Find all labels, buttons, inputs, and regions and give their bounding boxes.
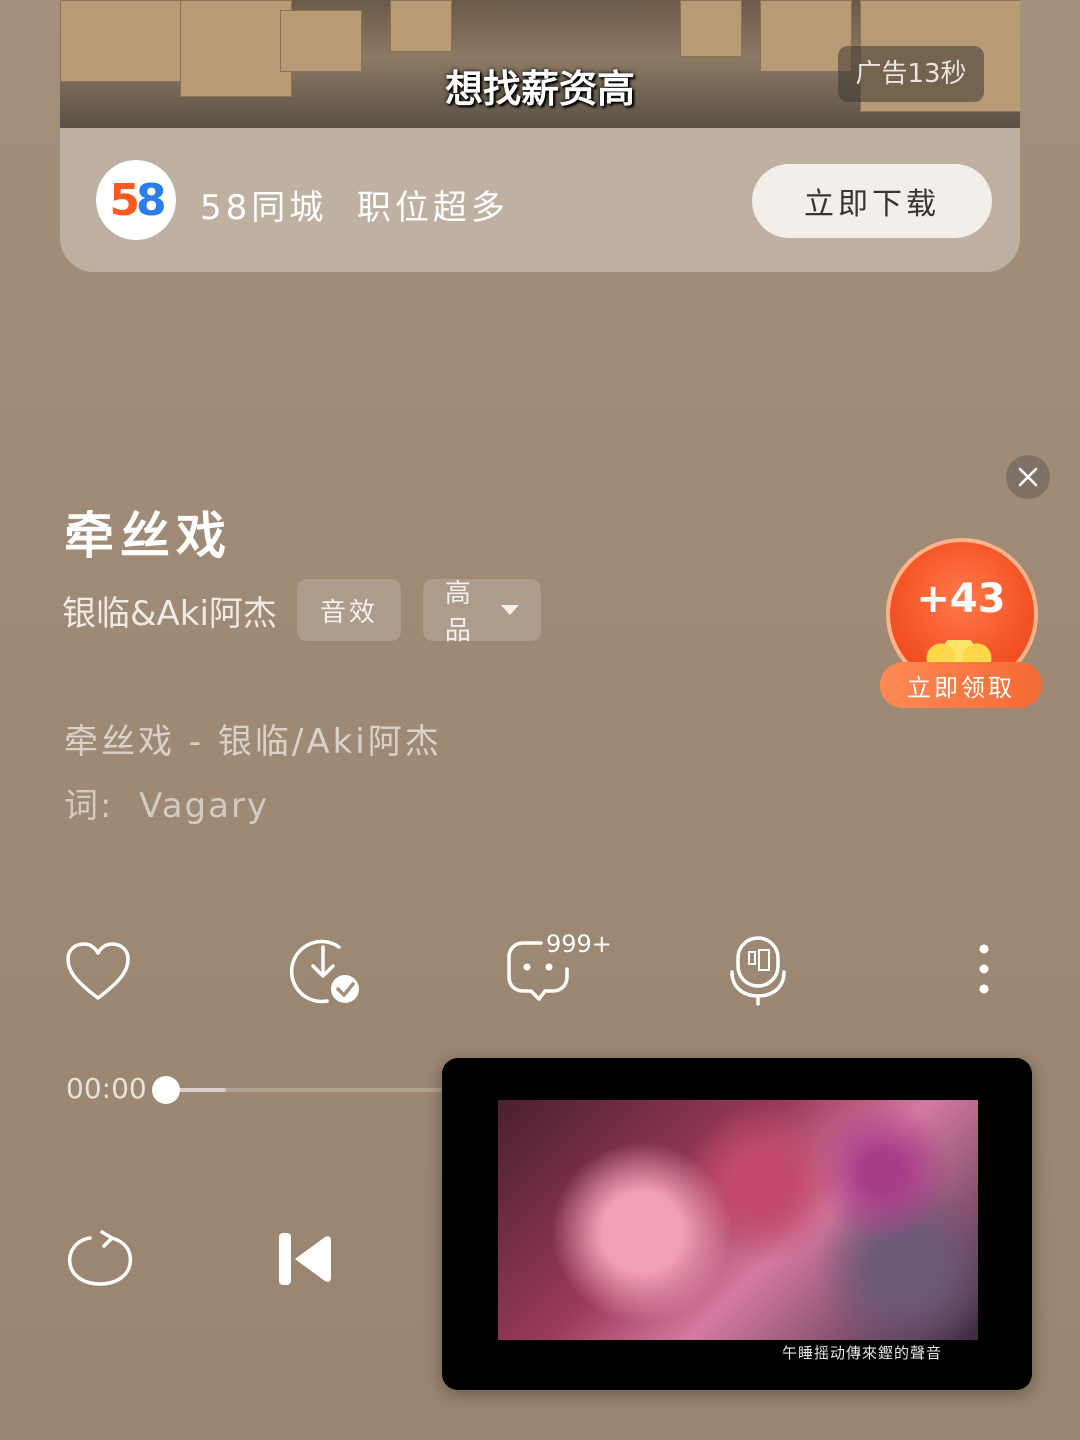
- chevron-down-icon: [500, 605, 519, 615]
- previous-icon[interactable]: [270, 1226, 336, 1292]
- sound-effect-button[interactable]: 音效: [296, 579, 401, 641]
- ad-video[interactable]: 想找薪资高 广告13秒: [60, 0, 1020, 128]
- ad-brand-text: 58同城 职位超多: [200, 188, 509, 228]
- artist-row: 银临&Aki阿杰 音效 高品: [62, 578, 563, 646]
- lyric-line: 牵丝戏 - 银临/Aki阿杰: [64, 722, 442, 762]
- brand-logo: 58: [96, 160, 176, 240]
- reward-badge[interactable]: +43 立即领取: [880, 538, 1042, 710]
- song-title: 牵丝戏: [64, 507, 232, 565]
- floating-video-player[interactable]: 午睡摇动傳來鏗的聲音: [442, 1058, 1032, 1390]
- reward-value: +43: [916, 576, 1006, 622]
- quality-select[interactable]: 高品: [422, 579, 541, 646]
- ad-footer: 58 58同城 职位超多 立即下载: [60, 128, 1020, 272]
- more-icon[interactable]: [964, 936, 1004, 1002]
- artist-name[interactable]: 银临&Aki阿杰: [62, 586, 277, 635]
- lyric-line: 词: Vagary: [64, 786, 270, 826]
- ad-countdown: 广告13秒: [838, 46, 984, 102]
- video-subtitle: 午睡摇动傳來鏗的聲音: [782, 1344, 943, 1362]
- ad-banner[interactable]: 想找薪资高 广告13秒 58 58同城 职位超多 立即下载: [60, 0, 1020, 272]
- download-icon[interactable]: [286, 934, 364, 1008]
- comment-count-badge: 999+: [546, 930, 612, 958]
- download-button[interactable]: 立即下载: [752, 164, 992, 238]
- progress-thumb[interactable]: [152, 1076, 180, 1104]
- current-time: 00:00: [66, 1072, 147, 1105]
- video-frame: [498, 1100, 978, 1340]
- heart-icon[interactable]: [62, 936, 134, 1006]
- close-icon[interactable]: [1006, 455, 1050, 499]
- claim-button[interactable]: 立即领取: [880, 662, 1042, 708]
- repeat-icon[interactable]: [64, 1226, 136, 1290]
- sing-mic-icon[interactable]: [726, 934, 790, 1006]
